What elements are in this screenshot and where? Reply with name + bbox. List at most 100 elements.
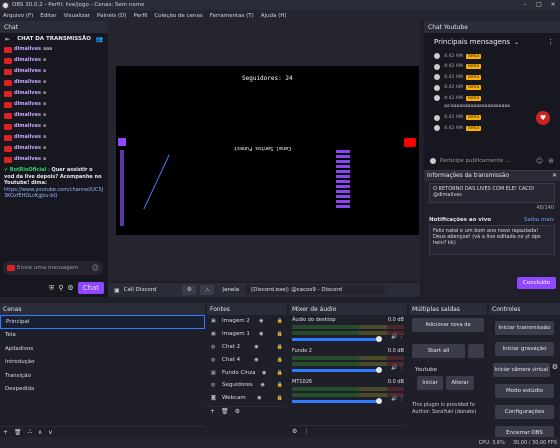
source-filters-button[interactable]: ⛬	[200, 285, 215, 295]
menu-file[interactable]: Arquivo (F)	[3, 13, 33, 19]
top-messages-header[interactable]: Principais mensagens ⌄ ⋮	[424, 33, 560, 51]
source-item[interactable]: ◙ Webcam ◉ 🔒	[207, 392, 287, 405]
source-item[interactable]: ◍ Seguidores ◉ 🔒	[207, 379, 287, 392]
menu-help[interactable]: Ajuda (H)	[261, 13, 287, 19]
learn-more-link[interactable]: Saiba mais	[524, 217, 554, 223]
chat-username[interactable]: dimalives	[14, 57, 41, 64]
add-icon[interactable]: +	[210, 408, 215, 415]
visibility-icon[interactable]: ◉	[259, 331, 263, 337]
settings-button[interactable]: Configurações	[495, 405, 554, 419]
filter-icon[interactable]: ⚲	[58, 284, 63, 292]
chat-username[interactable]: dimalives	[14, 101, 41, 108]
visibility-icon[interactable]: ◉	[254, 344, 258, 350]
chat-input[interactable]: Envie uma mensagem ☺	[3, 261, 103, 275]
chat-username[interactable]: dimalives	[14, 79, 41, 86]
visibility-icon[interactable]: ◉	[261, 382, 265, 388]
volume-slider-knob[interactable]	[376, 336, 383, 342]
chat-send-button[interactable]: Chat	[77, 282, 104, 294]
volume-slider-knob[interactable]	[376, 367, 383, 373]
settings-icon[interactable]: ⚙	[235, 408, 240, 415]
up-icon[interactable]: ∧	[38, 429, 42, 436]
menu-view[interactable]: Visualizar	[64, 13, 90, 19]
chat-username[interactable]: dimalives	[14, 90, 41, 97]
remove-icon[interactable]: 🗑	[14, 429, 22, 436]
start-output-button[interactable]: Iniciar	[417, 376, 443, 390]
volume-slider-knob[interactable]	[376, 398, 383, 404]
speaker-icon[interactable]: 🔊 ⋮	[391, 396, 404, 402]
chat-username[interactable]: dimalives	[14, 112, 41, 119]
menu-docks[interactable]: Painéis (D)	[97, 13, 127, 19]
heart-icon[interactable]: ♥	[536, 110, 550, 125]
gear-icon[interactable]: ⚙	[552, 363, 558, 377]
notification-text-field[interactable]: Feliz natal e um bom ano novo rapaziada!…	[429, 225, 555, 255]
start-streaming-button[interactable]: Iniciar transmissão	[495, 321, 554, 335]
volume-slider[interactable]	[292, 336, 383, 342]
lock-icon[interactable]: 🔒	[277, 344, 283, 350]
maximize-icon[interactable]: □	[532, 0, 546, 10]
source-item[interactable]: ▣ Imagem 2 ◉ 🔒	[207, 315, 287, 328]
done-button[interactable]: Concluído	[516, 277, 556, 289]
chat-username[interactable]: dimalives	[14, 68, 41, 75]
chevron-down-icon[interactable]: ⌄	[514, 39, 519, 46]
close-icon[interactable]: ✕	[546, 0, 560, 10]
start-recording-button[interactable]: Iniciar gravação	[495, 342, 554, 356]
studio-mode-button[interactable]: Modo estúdio	[495, 384, 554, 398]
source-item[interactable]: ◍ Chat 2 ◉ 🔒	[207, 341, 287, 354]
menu-profile[interactable]: Perfil	[134, 13, 148, 19]
chat-username[interactable]: dimalives	[14, 156, 41, 163]
speaker-icon[interactable]: 🔊 ⋮	[391, 334, 404, 340]
close-icon[interactable]: ✕	[552, 173, 557, 179]
visibility-icon[interactable]: ◉	[257, 395, 261, 401]
chat-username[interactable]: dimalives	[14, 123, 41, 130]
scene-item[interactable]: Introdução	[0, 356, 205, 370]
stop-all-button[interactable]	[468, 344, 484, 358]
more-icon[interactable]: ⋮	[547, 38, 554, 46]
lock-icon[interactable]: 🔒	[277, 318, 283, 324]
volume-slider[interactable]	[292, 398, 383, 404]
settings-icon[interactable]: ⚙	[67, 284, 73, 292]
collapse-icon[interactable]: ⇤	[5, 36, 10, 43]
scene-item[interactable]: Tela	[0, 329, 205, 343]
add-icon[interactable]: +	[3, 429, 8, 436]
more-icon[interactable]: ⋮	[303, 428, 309, 435]
source-item[interactable]: ▣ Imagem 1 ◉ 🔒	[207, 328, 287, 341]
chat-username[interactable]: dimalives	[14, 145, 41, 152]
start-all-button[interactable]: Start all	[412, 344, 465, 358]
lock-icon[interactable]: 🔒	[277, 370, 283, 376]
bot-link[interactable]: https://www.youtube.com/channel/UC5J3KOz…	[4, 187, 104, 200]
emoji-icon[interactable]: ☺	[92, 264, 99, 272]
add-icon[interactable]: ⊕	[548, 157, 554, 165]
chat-username[interactable]: dimalives	[14, 46, 41, 53]
shield-icon[interactable]: ⛨	[49, 284, 54, 293]
emoji-icon[interactable]: ☺	[536, 157, 543, 165]
remove-icon[interactable]: 🗑	[221, 408, 229, 415]
menu-tools[interactable]: Ferramentas (T)	[210, 13, 254, 19]
scene-item[interactable]: Despedida	[0, 383, 205, 397]
yt-chat-input[interactable]: Participe publicamente ... ☺ ⊕	[428, 154, 556, 168]
lock-icon[interactable]: 🔒	[277, 331, 283, 337]
lock-icon[interactable]: 🔒	[277, 395, 283, 401]
down-icon[interactable]: ∨	[48, 429, 52, 436]
lock-icon[interactable]: 🔒	[277, 357, 283, 363]
preview-canvas[interactable]: Seguidores: 24 Canal Santos Funest	[116, 66, 419, 235]
scene-item[interactable]: Apiladivos	[0, 342, 205, 356]
users-icon[interactable]: 👥	[96, 36, 103, 43]
source-item[interactable]: ◍ Chat 4 ◉ 🔒	[207, 353, 287, 366]
source-settings-button[interactable]: ⚙	[182, 285, 197, 295]
settings-icon[interactable]: ⚙	[292, 428, 297, 435]
visibility-icon[interactable]: ◉	[262, 370, 266, 376]
window-select[interactable]: [Discord.exe]: @cacos9 - Discord	[245, 285, 386, 295]
start-virtual-camera-button[interactable]: Iniciar câmera virtual	[493, 363, 550, 377]
add-output-button[interactable]: Adicionar nova de	[412, 318, 484, 332]
speaker-icon[interactable]: 🔊 ⋮	[391, 365, 404, 371]
change-output-button[interactable]: Alterar	[446, 376, 474, 390]
chat-username[interactable]: dimalives	[14, 134, 41, 141]
visibility-icon[interactable]: ◉	[254, 357, 258, 363]
minimize-icon[interactable]: –	[518, 0, 532, 10]
stream-title-field[interactable]: O RETORNO DAS LIVES COM ELE! CACO! @dima…	[429, 183, 555, 203]
chat-username[interactable]: BotRioOficial	[10, 167, 46, 173]
menu-edit[interactable]: Editar	[40, 13, 56, 19]
source-item[interactable]: ▦ Fundo Cinza ◉ 🔒	[207, 366, 287, 379]
filter-icon[interactable]: ⛬	[28, 428, 32, 436]
scene-item[interactable]: Principal	[0, 315, 205, 329]
